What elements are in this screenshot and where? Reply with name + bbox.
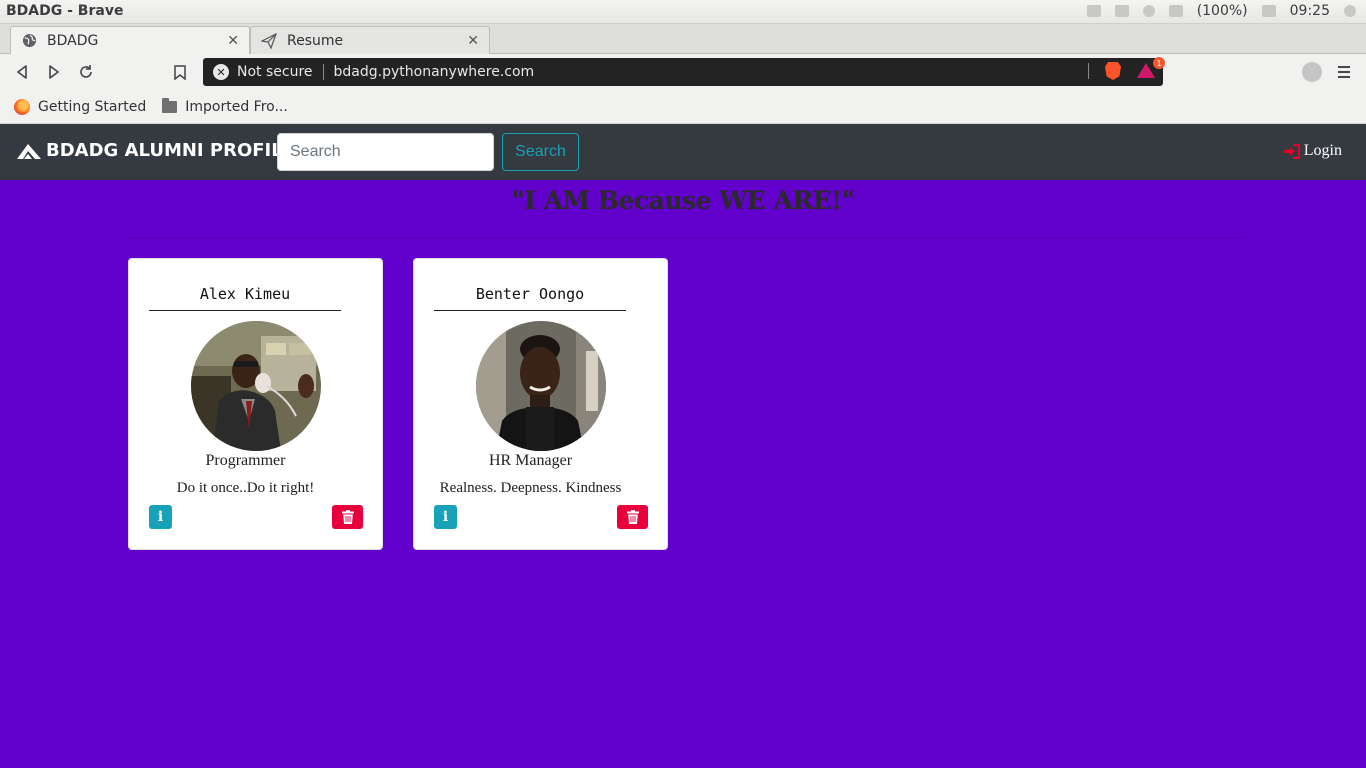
action-separator — [1088, 63, 1089, 79]
login-link[interactable]: Login — [1283, 142, 1342, 160]
login-label: Login — [1303, 142, 1342, 159]
profile-card: Benter Oongo HR Manager Realness. Deepne… — [413, 258, 668, 550]
network-icon[interactable] — [1086, 5, 1101, 17]
rewards-badge: 1 — [1153, 57, 1165, 69]
sign-in-icon — [1283, 143, 1300, 159]
back-arrow-icon — [17, 65, 27, 79]
bookmark-label: Getting Started — [38, 98, 147, 115]
tab-label: Resume — [287, 32, 344, 49]
tab-bdadg[interactable]: BDADG ✕ — [10, 26, 250, 54]
bookmark-getting-started[interactable]: Getting Started — [14, 98, 147, 115]
bluetooth-icon[interactable] — [1142, 5, 1155, 17]
back-button[interactable] — [12, 62, 32, 82]
browser-toolbar: ✕ Not secure bdadg.pythonanywhere.com 1 — [0, 54, 1366, 90]
brand-link[interactable]: BDADG ALUMNI PROFILES — [16, 140, 308, 161]
reload-icon — [80, 65, 92, 78]
window-title: BDADG - Brave — [6, 3, 124, 19]
url-text[interactable]: bdadg.pythonanywhere.com — [334, 64, 535, 80]
forward-arrow-icon — [49, 65, 59, 79]
volume-icon[interactable] — [1261, 5, 1276, 17]
page-motto: "I AM Because WE ARE!" — [511, 186, 855, 215]
battery-icon[interactable] — [1168, 5, 1183, 17]
profile-avatar-icon[interactable] — [1302, 62, 1322, 82]
brave-shields-icon[interactable] — [1105, 62, 1121, 80]
delete-button[interactable] — [332, 505, 363, 529]
power-icon[interactable] — [1344, 5, 1356, 17]
tab-resume[interactable]: Resume ✕ — [250, 26, 490, 54]
profile-name: Alex Kimeu — [149, 285, 341, 311]
battery-percentage: (100%) — [1196, 3, 1248, 19]
divider — [128, 237, 1246, 238]
search-button[interactable]: Search — [502, 133, 579, 171]
profile-photo — [476, 321, 606, 451]
bookmark-icon — [174, 64, 186, 80]
bookmark-imported-folder[interactable]: Imported Fro... — [162, 97, 288, 115]
reload-button[interactable] — [76, 62, 96, 82]
close-tab-icon[interactable]: ✕ — [227, 33, 239, 49]
os-top-bar: BDADG - Brave (100%) 09:25 — [0, 0, 1366, 24]
folder-icon — [162, 97, 178, 113]
info-icon: i — [442, 509, 449, 525]
brand-title: BDADG ALUMNI PROFILES — [46, 140, 308, 161]
mountain-logo-icon — [16, 142, 42, 160]
address-bar-actions: 1 — [1088, 57, 1165, 80]
security-label[interactable]: Not secure — [237, 64, 313, 80]
profile-quote: Realness. Deepness. Kindness — [439, 480, 622, 496]
browser-menu-icon[interactable] — [1338, 62, 1350, 82]
site-navbar: BDADG ALUMNI PROFILES Search Login — [0, 124, 1366, 180]
forward-button[interactable] — [44, 62, 64, 82]
info-icon: i — [157, 509, 164, 525]
profile-role: HR Manager — [488, 452, 573, 469]
bookmark-button[interactable] — [170, 62, 190, 82]
tab-strip: BDADG ✕ Resume ✕ + — [0, 24, 1366, 73]
paper-plane-icon — [261, 32, 277, 49]
system-tray: (100%) 09:25 — [1086, 3, 1356, 19]
keyboard-layout-icon[interactable] — [1114, 5, 1129, 17]
tab-label: BDADG — [47, 32, 99, 49]
bookmark-label: Imported Fro... — [185, 98, 288, 115]
not-secure-icon[interactable]: ✕ — [213, 64, 229, 80]
info-button[interactable]: i — [434, 505, 457, 529]
globe-icon — [21, 33, 37, 49]
address-bar[interactable]: ✕ Not secure bdadg.pythonanywhere.com 1 — [203, 57, 1165, 86]
trash-icon — [626, 510, 639, 524]
profile-card: Alex Kimeu Programmer Do it once..Do it … — [128, 258, 383, 550]
brave-rewards-icon[interactable]: 1 — [1137, 57, 1165, 79]
address-separator — [322, 64, 324, 80]
bookmarks-bar: Getting Started Imported Fro... — [0, 90, 1366, 124]
clock[interactable]: 09:25 — [1290, 3, 1330, 19]
info-button[interactable]: i — [149, 505, 172, 529]
delete-button[interactable] — [617, 505, 648, 529]
close-tab-icon[interactable]: ✕ — [467, 33, 479, 49]
search-input[interactable] — [277, 133, 494, 171]
firefox-icon — [14, 98, 30, 115]
profile-role: Programmer — [205, 452, 286, 469]
profile-name: Benter Oongo — [434, 285, 626, 311]
trash-icon — [341, 510, 354, 524]
profile-quote: Do it once..Do it right! — [176, 480, 315, 496]
profile-photo — [191, 321, 321, 451]
